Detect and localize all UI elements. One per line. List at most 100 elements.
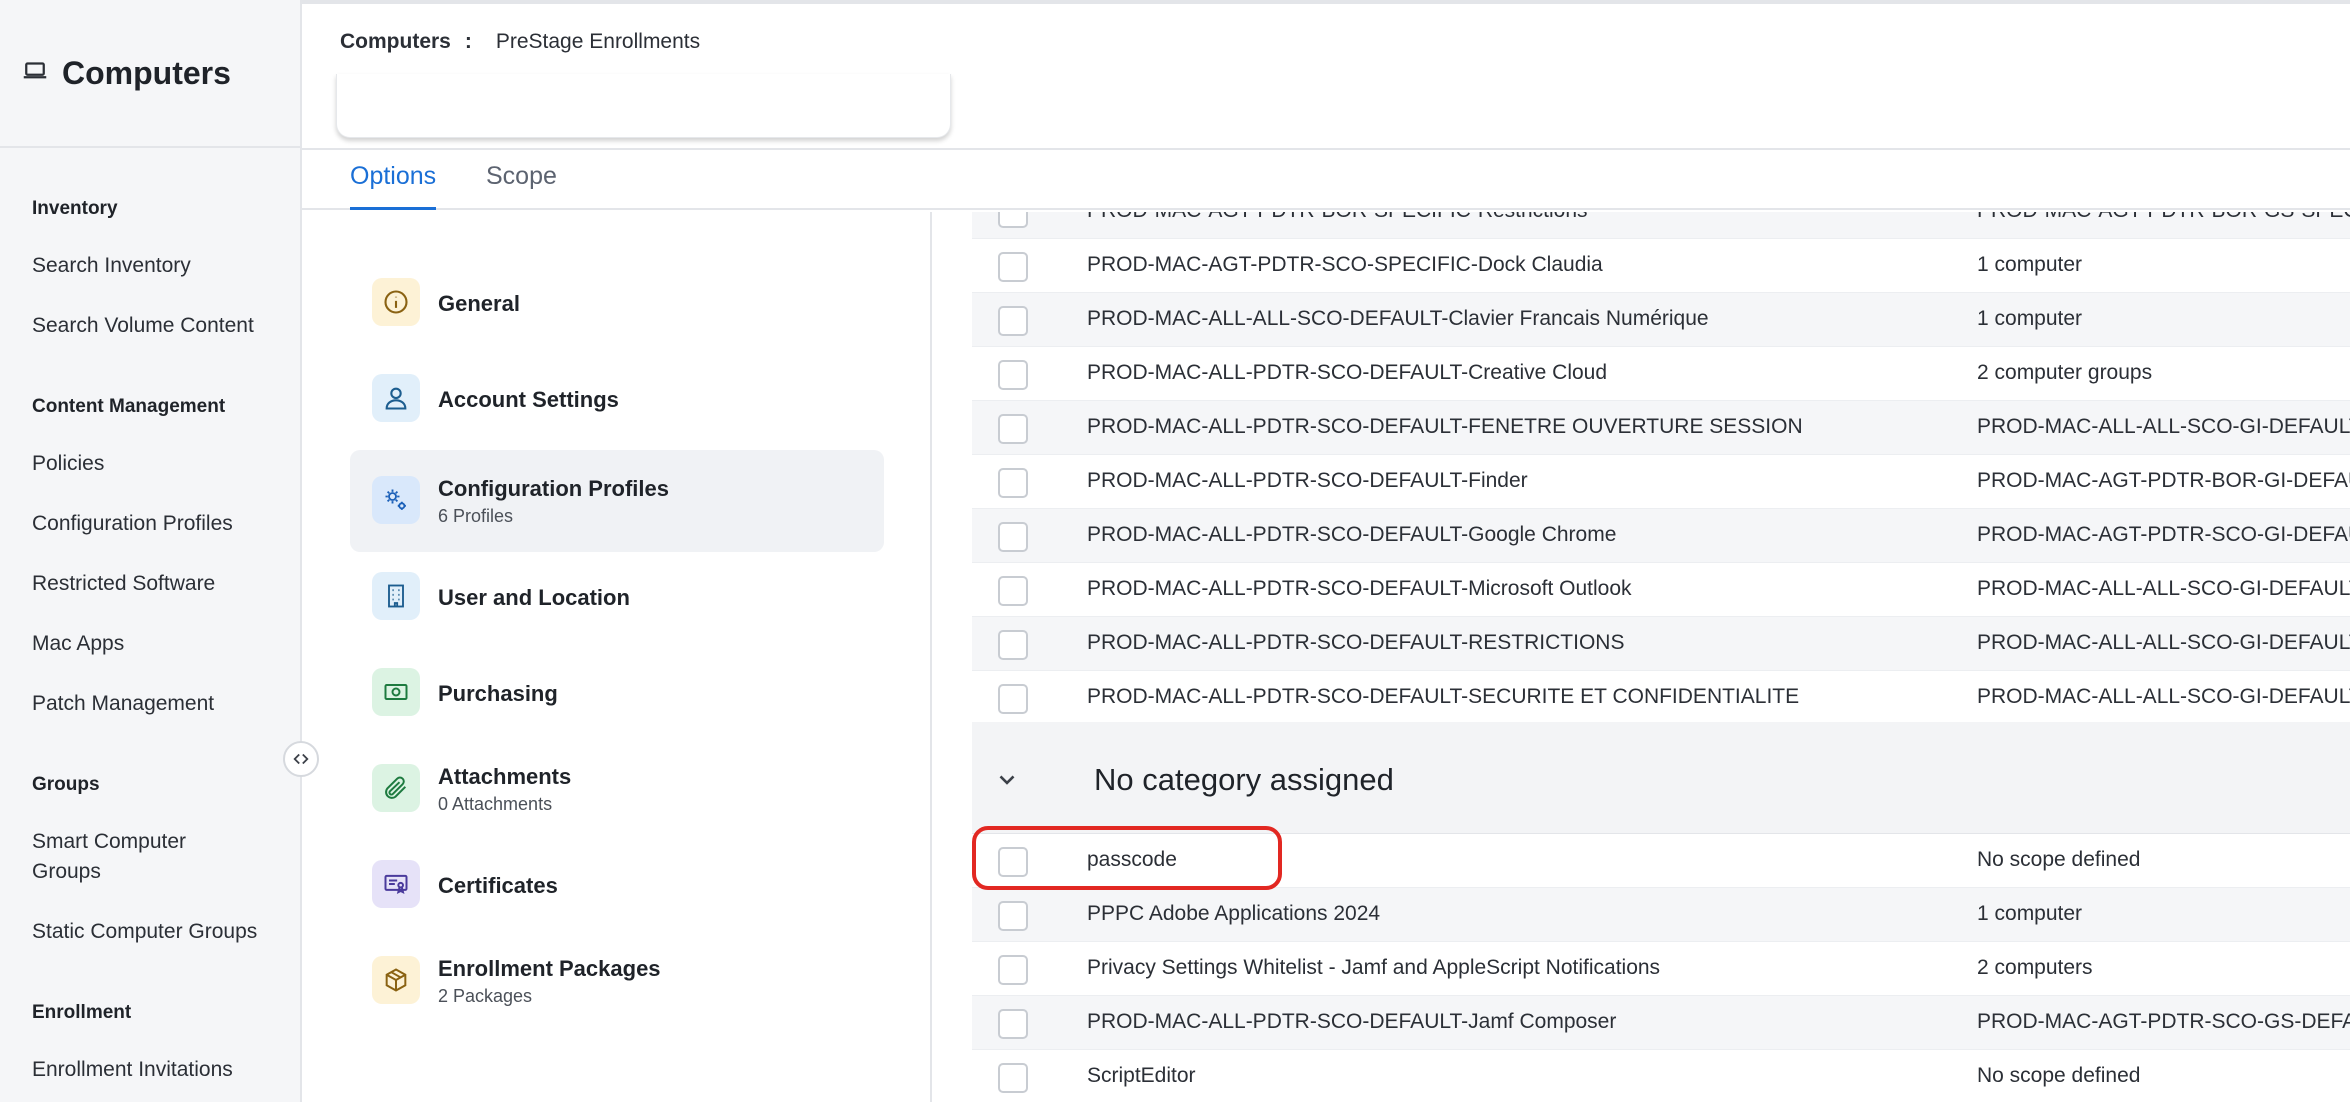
tab-options[interactable]: Options (350, 162, 437, 210)
laptop-icon (20, 56, 62, 91)
option-enrollment-packages[interactable]: Enrollment Packages 2 Packages (350, 930, 884, 1032)
options-panel: General Account Settings Configuration P… (302, 212, 932, 1102)
certificate-icon (372, 860, 420, 908)
profile-name: PROD-MAC-ALL-PDTR-SCO-DEFAULT-RESTRICTIO… (1087, 631, 1625, 654)
breadcrumb-separator: : (464, 30, 472, 53)
sidebar-item-static-computer-groups[interactable]: Static Computer Groups (32, 917, 257, 947)
table-row[interactable]: passcode No scope defined (972, 834, 2350, 888)
breadcrumb-root[interactable]: Computers (340, 30, 451, 54)
row-checkbox[interactable] (998, 955, 1028, 985)
profile-scope: 2 computer groups (1977, 361, 2153, 384)
option-configuration-profiles[interactable]: Configuration Profiles 6 Profiles (350, 450, 884, 552)
option-general[interactable]: General (350, 252, 884, 354)
table-row[interactable]: Privacy Settings Whitelist - Jamf and Ap… (972, 942, 2350, 996)
sidebar-heading-enrollment: Enrollment (32, 1002, 132, 1023)
option-label: Configuration Profiles (438, 476, 669, 501)
row-checkbox[interactable] (998, 576, 1028, 606)
option-label: Purchasing (438, 681, 558, 706)
table-row[interactable]: PROD-MAC-ALL-PDTR-SCO-DEFAULT-Microsoft … (972, 563, 2350, 617)
sidebar-item-mac-apps[interactable]: Mac Apps (32, 629, 124, 659)
sidebar-item-configuration-profiles[interactable]: Configuration Profiles (32, 509, 233, 539)
profile-name: PROD-MAC-ALL-PDTR-SCO-DEFAULT-Finder (1087, 469, 1528, 492)
row-checkbox[interactable] (998, 212, 1028, 228)
sidebar-heading-inventory: Inventory (32, 198, 118, 219)
gears-icon (372, 476, 420, 524)
profile-name: PROD-MAC-ALL-PDTR-SCO-DEFAULT-FENETRE OU… (1087, 415, 1803, 438)
row-checkbox[interactable] (998, 468, 1028, 498)
sidebar-item-enrollment-invitations[interactable]: Enrollment Invitations (32, 1055, 233, 1085)
option-label: Attachments (438, 764, 572, 789)
table-row[interactable]: PROD-MAC-ALL-PDTR-SCO-DEFAULT-RESTRICTIO… (972, 617, 2350, 671)
option-label: General (438, 291, 520, 316)
option-label: User and Location (438, 585, 630, 610)
option-sublabel: 6 Profiles (438, 506, 514, 526)
profile-scope: 1 computer (1977, 253, 2083, 276)
option-user-and-location[interactable]: User and Location (350, 546, 884, 648)
row-checkbox[interactable] (998, 414, 1028, 444)
sidebar-header: Computers (0, 0, 300, 148)
profile-scope: PROD-MAC-ALL-ALL-SCO-GI-DEFAULT (1977, 685, 2350, 708)
row-checkbox[interactable] (998, 522, 1028, 552)
page-header: Computers : PreStage Enrollments (302, 0, 2350, 150)
breadcrumb-current: PreStage Enrollments (495, 30, 701, 53)
table-row[interactable]: PPPC Adobe Applications 2024 1 computer (972, 888, 2350, 942)
row-checkbox[interactable] (998, 1063, 1028, 1093)
option-attachments[interactable]: Attachments 0 Attachments (350, 738, 884, 840)
table-row[interactable]: PROD-MAC-AGT-PDTR-SCO-SPECIFIC-Dock Clau… (972, 239, 2350, 293)
row-checkbox[interactable] (998, 847, 1028, 877)
code-brackets-icon (293, 753, 309, 765)
table-row[interactable]: PROD-MAC-ALL-PDTR-SCO-DEFAULT-Finder PRO… (972, 455, 2350, 509)
profile-scope: PROD-MAC-ALL-ALL-SCO-GI-DEFAULT (1977, 631, 2350, 654)
row-checkbox[interactable] (998, 630, 1028, 660)
profile-name: ScriptEditor (1087, 1064, 1196, 1087)
profile-scope: PROD-MAC-AGT-PDTR-SCO-GS-DEFAULT (1977, 1010, 2350, 1033)
table-row[interactable]: PROD-MAC-ALL-ALL-SCO-DEFAULT-Clavier Fra… (972, 293, 2350, 347)
row-checkbox[interactable] (998, 901, 1028, 931)
tab-scope[interactable]: Scope (486, 162, 557, 210)
profile-name: PROD-MAC-AGT-PDTR-SCO-SPECIFIC-Dock Clau… (1087, 253, 1603, 276)
row-checkbox[interactable] (998, 1009, 1028, 1039)
table-row[interactable]: ScriptEditor No scope defined (972, 1050, 2350, 1102)
row-checkbox[interactable] (998, 360, 1028, 390)
table-row[interactable]: PROD-MAC-ALL-PDTR-SCO-DEFAULT-Google Chr… (972, 509, 2350, 563)
option-label: Account Settings (438, 387, 619, 412)
table-row[interactable]: PROD-MAC-ALL-PDTR-SCO-DEFAULT-SECURITE E… (972, 671, 2350, 725)
sidebar-collapse-button[interactable] (283, 741, 319, 777)
profile-name: PROD-MAC-AGT-PDTR-BOR-SPECIFIC-Restricti… (1087, 212, 1588, 223)
profile-scope: PROD-MAC-AGT-PDTR-BOR-GS-SPECIFIC (1977, 212, 2350, 223)
profile-name: PROD-MAC-ALL-PDTR-SCO-DEFAULT-Microsoft … (1087, 577, 1632, 600)
tab-bar: Options Scope (302, 152, 2350, 210)
sidebar-item-policies[interactable]: Policies (32, 449, 104, 479)
sidebar-item-patch-management[interactable]: Patch Management (32, 689, 214, 719)
option-purchasing[interactable]: Purchasing (350, 642, 884, 744)
profile-scope: 1 computer (1977, 902, 2083, 925)
row-checkbox[interactable] (998, 252, 1028, 282)
breadcrumb: Computers : PreStage Enrollments (340, 30, 700, 54)
sidebar-item-restricted-software[interactable]: Restricted Software (32, 569, 215, 599)
sidebar-item-search-volume-content[interactable]: Search Volume Content (32, 311, 254, 341)
profile-name: PROD-MAC-ALL-PDTR-SCO-DEFAULT-Jamf Compo… (1087, 1010, 1617, 1033)
profile-name: PPPC Adobe Applications 2024 (1087, 902, 1381, 925)
row-checkbox[interactable] (998, 306, 1028, 336)
sidebar-heading-content-management: Content Management (32, 396, 226, 417)
option-label: Certificates (438, 873, 558, 898)
row-checkbox[interactable] (998, 684, 1028, 714)
sidebar-item-search-inventory[interactable]: Search Inventory (32, 251, 191, 281)
table-row[interactable]: PROD-MAC-AGT-PDTR-BOR-SPECIFIC-Restricti… (972, 212, 2350, 239)
sidebar-title: Computers (62, 54, 231, 91)
sidebar-item-smart-computer-groups[interactable]: Smart Computer Groups (32, 827, 252, 887)
chevron-down-icon[interactable] (994, 766, 1020, 792)
table-row[interactable]: PROD-MAC-ALL-PDTR-SCO-DEFAULT-FENETRE OU… (972, 401, 2350, 455)
profile-scope: No scope defined (1977, 848, 2141, 871)
category-group-header[interactable]: No category assigned (972, 722, 2350, 834)
option-certificates[interactable]: Certificates (350, 834, 884, 936)
option-account-settings[interactable]: Account Settings (350, 348, 884, 450)
profile-scope: PROD-MAC-AGT-PDTR-SCO-GI-DEFAULT (1977, 523, 2350, 546)
profiles-table: PROD-MAC-AGT-PDTR-BOR-SPECIFIC-Restricti… (972, 212, 2350, 1102)
category-title: No category assigned (1094, 762, 1394, 797)
table-row[interactable]: PROD-MAC-ALL-PDTR-SCO-DEFAULT-Creative C… (972, 347, 2350, 401)
package-icon (372, 956, 420, 1004)
table-row[interactable]: PROD-MAC-ALL-PDTR-SCO-DEFAULT-Jamf Compo… (972, 996, 2350, 1050)
header-card (336, 74, 951, 138)
profile-name: passcode (1087, 848, 1177, 871)
